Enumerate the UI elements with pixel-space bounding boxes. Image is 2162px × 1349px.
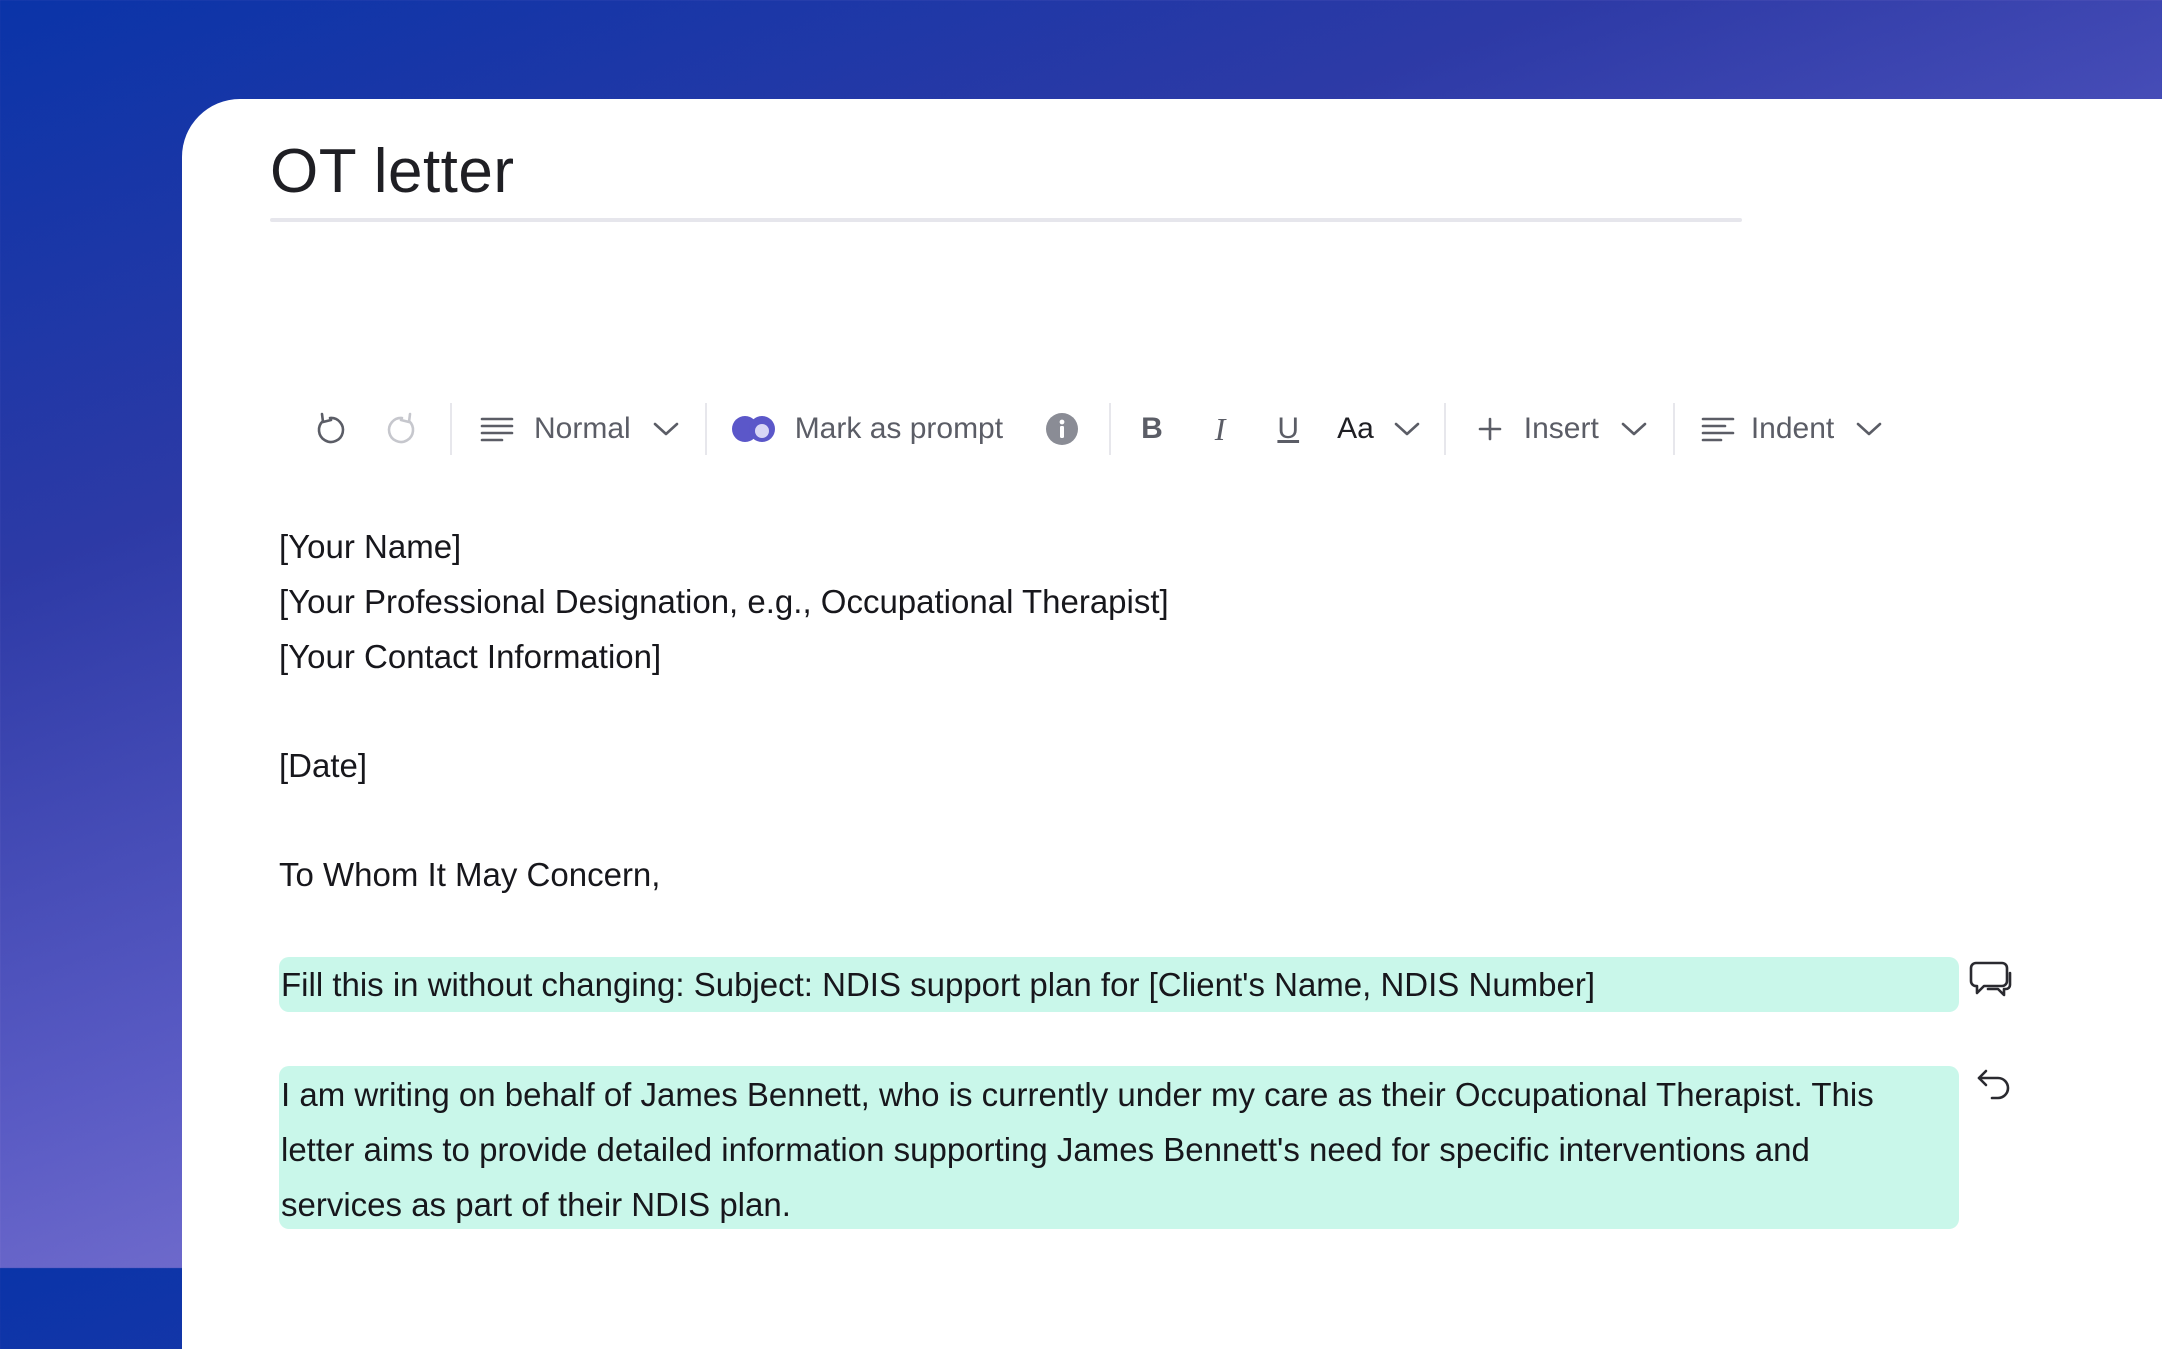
prompt-block-intro-line: services as part of their NDIS plan.: [281, 1186, 791, 1223]
redo-button[interactable]: [386, 399, 418, 459]
italic-button[interactable]: I: [1215, 399, 1226, 459]
prompt-block-subject-text: Fill this in without changing: Subject: …: [281, 966, 1596, 1003]
sender-name-line: [Your Name]: [279, 528, 462, 565]
prompt-block-intro-line: letter aims to provide detailed informat…: [281, 1131, 1810, 1168]
undo-button[interactable]: [314, 399, 346, 459]
align-left-icon: [1701, 415, 1735, 443]
font-size-select[interactable]: Aa: [1337, 399, 1420, 459]
prompt-bubbles-icon: [731, 413, 781, 445]
prompt-block-intro-line: I am writing on behalf of James Bennett,…: [281, 1076, 1874, 1113]
bold-button[interactable]: B: [1141, 399, 1163, 459]
document-title[interactable]: OT letter: [270, 135, 515, 209]
sender-contact-line: [Your Contact Information]: [279, 638, 662, 675]
prompt-block-subject[interactable]: Fill this in without changing: Subject: …: [279, 957, 1959, 1012]
prompt-info-button[interactable]: [1045, 399, 1079, 459]
title-underline: [270, 218, 1742, 222]
undo-icon: [314, 412, 346, 446]
paragraph-style-select[interactable]: Normal: [480, 399, 679, 459]
revert-icon[interactable]: [1976, 1067, 2012, 1108]
toolbar-separator: [704, 403, 707, 455]
underline-label: U: [1277, 412, 1300, 445]
underline-button[interactable]: U: [1277, 399, 1299, 459]
indent-menu-button[interactable]: Indent: [1701, 399, 1882, 459]
insert-menu-button[interactable]: Insert: [1478, 399, 1647, 459]
mark-as-prompt-label: Mark as prompt: [794, 412, 1004, 445]
redo-icon: [386, 412, 418, 446]
italic-label: I: [1214, 410, 1226, 447]
toolbar-separator: [1672, 403, 1675, 455]
editor-card: OT letter Normal Mark as prompt B I U Aa…: [182, 99, 2162, 1349]
chevron-down-icon: [1394, 421, 1420, 437]
font-size-label: Aa: [1337, 412, 1374, 445]
plus-icon: [1478, 417, 1502, 441]
comment-icon[interactable]: [1968, 959, 2014, 1006]
toolbar-separator: [450, 403, 452, 455]
toolbar-separator: [1443, 403, 1446, 455]
chevron-down-icon: [1621, 421, 1647, 437]
style-select-label: Normal: [534, 412, 631, 445]
toolbar-separator: [1109, 403, 1112, 455]
info-icon: [1045, 412, 1079, 446]
prompt-block-intro[interactable]: I am writing on behalf of James Bennett,…: [279, 1066, 1959, 1229]
insert-label: Insert: [1523, 412, 1599, 445]
chevron-down-icon: [1856, 421, 1882, 437]
date-line: [Date]: [279, 747, 368, 784]
letter-body[interactable]: [Your Name] [Your Professional Designati…: [279, 519, 2079, 902]
indent-label: Indent: [1750, 412, 1835, 445]
bold-label: B: [1141, 412, 1163, 445]
formatting-toolbar: Normal Mark as prompt B I U Aa Insert In…: [312, 399, 2112, 459]
greeting-line: To Whom It May Concern,: [279, 856, 661, 893]
chevron-down-icon: [653, 421, 679, 437]
mark-as-prompt-button[interactable]: Mark as prompt: [731, 399, 1003, 459]
sender-designation-line: [Your Professional Designation, e.g., Oc…: [279, 583, 1169, 620]
paragraph-lines-icon: [480, 415, 514, 443]
